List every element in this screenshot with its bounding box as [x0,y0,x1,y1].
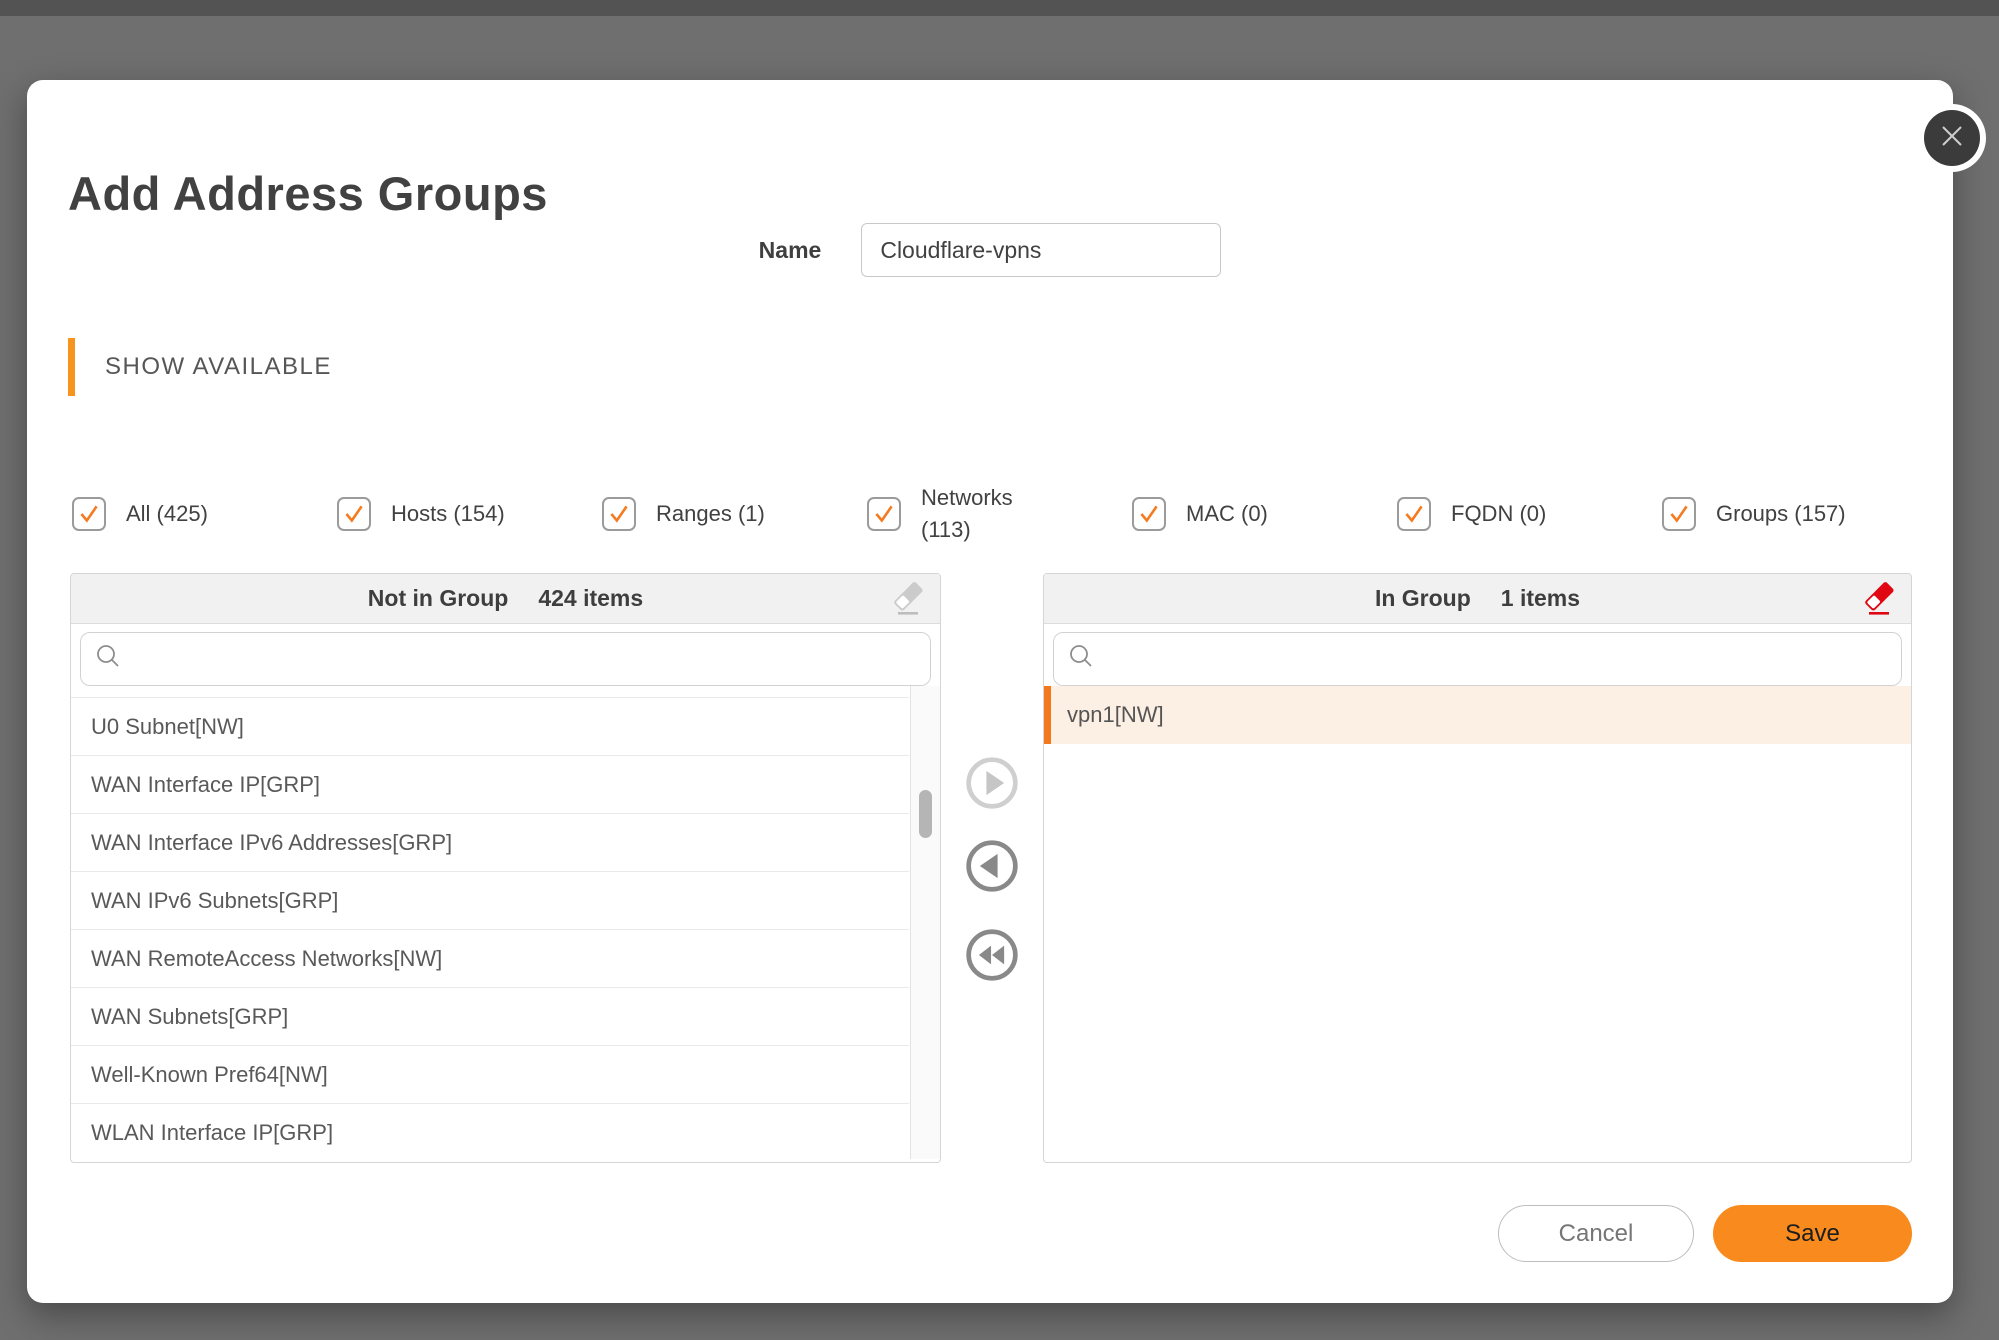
scrollbar-thumb[interactable] [919,790,932,838]
move-right-button[interactable] [964,755,1020,811]
list-item[interactable]: WAN Interface IP[GRP] [71,756,909,814]
filter-all[interactable]: All (425) [72,497,337,531]
show-available-section: SHOW AVAILABLE [68,338,332,396]
cancel-button[interactable]: Cancel [1498,1205,1694,1262]
filter-label: Networks (113) [921,482,1033,546]
checkbox-checked-icon[interactable] [867,497,901,531]
list-item-partial [71,686,909,698]
section-accent-bar [68,338,75,396]
list-item[interactable]: WAN Subnets[GRP] [71,988,909,1046]
checkbox-checked-icon[interactable] [1397,497,1431,531]
not-in-group-header: Not in Group 424 items [71,574,940,624]
search-input[interactable] [132,633,916,685]
not-in-group-list: U0 Subnet[NW] WAN Interface IP[GRP] WAN … [71,686,940,1159]
arrow-left-icon [964,882,1020,897]
checkbox-checked-icon[interactable] [1662,497,1696,531]
list-item[interactable]: WAN Interface IPv6 Addresses[GRP] [71,814,909,872]
filter-groups[interactable]: Groups (157) [1662,497,1927,531]
panel-item-count: 424 items [538,585,643,612]
filter-label: MAC (0) [1186,498,1268,530]
name-field-row: Name [27,223,1953,277]
add-address-groups-dialog: Add Address Groups Name SHOW AVAILABLE A… [27,80,1953,1303]
panel-item-count: 1 items [1501,585,1580,612]
double-arrow-left-icon [964,971,1020,986]
search-input[interactable] [1105,633,1887,685]
in-group-list: vpn1[NW] [1044,686,1911,1159]
in-group-panel: In Group 1 items [1043,573,1912,1163]
close-icon [1939,123,1965,154]
name-input[interactable] [861,223,1221,277]
filter-ranges[interactable]: Ranges (1) [602,497,867,531]
type-filter-row: All (425) Hosts (154) Ranges (1) Network… [72,475,1932,553]
filter-label: Ranges (1) [656,498,765,530]
filter-mac[interactable]: MAC (0) [1132,497,1397,531]
checkbox-checked-icon[interactable] [72,497,106,531]
filter-label: Groups (157) [1716,498,1846,530]
clear-selection-button[interactable] [890,581,926,619]
clear-selection-button-red[interactable] [1861,581,1897,619]
arrow-right-icon [964,799,1020,814]
filter-label: All (425) [126,498,208,530]
panel-title: Not in Group [368,585,509,612]
list-item[interactable]: Well-Known Pref64[NW] [71,1046,909,1104]
move-left-button[interactable] [964,838,1020,894]
search-icon [1068,643,1095,675]
list-item[interactable]: WAN RemoteAccess Networks[NW] [71,930,909,988]
not-in-group-search[interactable] [80,632,931,686]
filter-label: FQDN (0) [1451,498,1546,530]
list-item[interactable]: U0 Subnet[NW] [71,698,909,756]
eraser-icon-red [1861,607,1897,622]
section-title: SHOW AVAILABLE [105,353,332,381]
close-button[interactable] [1924,110,1980,166]
eraser-icon [890,607,926,622]
filter-hosts[interactable]: Hosts (154) [337,497,602,531]
checkbox-checked-icon[interactable] [337,497,371,531]
move-all-left-button[interactable] [964,927,1020,983]
filter-fqdn[interactable]: FQDN (0) [1397,497,1662,531]
list-item[interactable]: WAN IPv6 Subnets[GRP] [71,872,909,930]
panel-title: In Group [1375,585,1471,612]
search-icon [95,643,122,675]
save-button[interactable]: Save [1713,1205,1912,1262]
scrollbar-track[interactable] [910,686,940,1159]
filter-label: Hosts (154) [391,498,505,530]
in-group-search[interactable] [1053,632,1902,686]
checkbox-checked-icon[interactable] [1132,497,1166,531]
list-item-selected[interactable]: vpn1[NW] [1044,686,1911,744]
in-group-header: In Group 1 items [1044,574,1911,624]
not-in-group-panel: Not in Group 424 items [70,573,941,1163]
list-item[interactable]: WLAN Interface IP[GRP] [71,1104,909,1159]
dialog-title: Add Address Groups [68,166,548,221]
filter-networks[interactable]: Networks (113) [867,482,1132,546]
name-label: Name [759,237,822,264]
checkbox-checked-icon[interactable] [602,497,636,531]
